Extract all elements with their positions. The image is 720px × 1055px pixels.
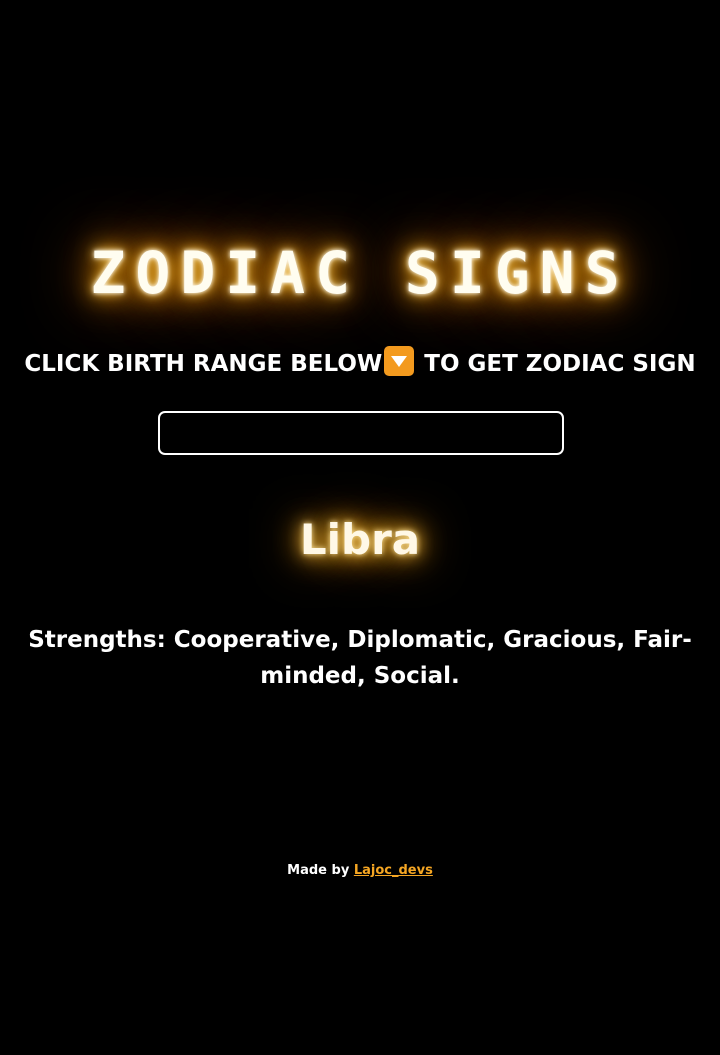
page-title: ZODIAC SIGNS (90, 239, 630, 307)
instruction-text-before: CLICK BIRTH RANGE BELOW (24, 351, 383, 377)
birth-range-select[interactable] (158, 411, 564, 455)
zodiac-strengths: Strengths: Cooperative, Diplomatic, Grac… (28, 627, 692, 689)
footer-made-by: Made by (287, 863, 354, 878)
instruction-text: CLICK BIRTH RANGE BELOW TO GET ZODIAC SI… (0, 346, 720, 382)
instruction-text-after: TO GET ZODIAC SIGN (416, 351, 696, 377)
zodiac-sign-name: Libra (299, 515, 421, 564)
down-arrow-button-icon (384, 346, 415, 376)
footer: Made by Lajoc_devs (0, 860, 720, 882)
author-link[interactable]: Lajoc_devs (354, 863, 433, 878)
page: ZODIAC SIGNS CLICK BIRTH RANGE BELOW TO … (0, 0, 720, 1055)
